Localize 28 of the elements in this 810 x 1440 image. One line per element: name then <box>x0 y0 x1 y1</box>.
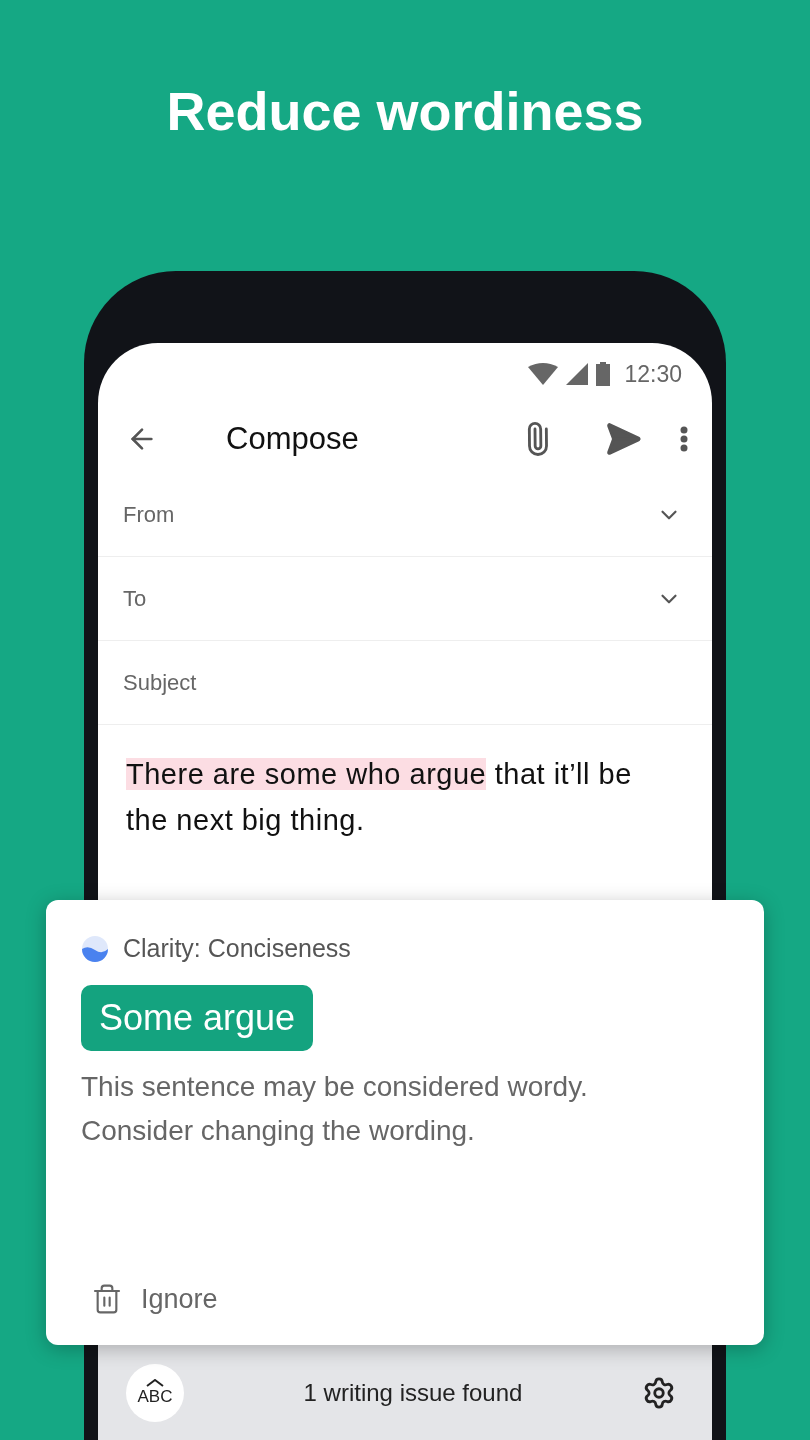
settings-icon <box>642 1375 676 1410</box>
send-icon <box>604 420 642 458</box>
signal-icon <box>566 363 589 385</box>
more-icon <box>680 426 688 452</box>
ignore-button[interactable]: Ignore <box>81 1283 218 1315</box>
field-label: Subject <box>123 669 198 696</box>
suggestion-description: This sentence may be considered wordy. Consider changing the wording. <box>81 1070 589 1148</box>
replacement-chip[interactable]: Some argue <box>81 985 314 1051</box>
caret-icon <box>145 1378 165 1387</box>
settings-button[interactable] <box>642 1375 676 1410</box>
issue-count: 1 writing issue found <box>302 1378 524 1407</box>
battery-icon <box>596 362 611 386</box>
field-label: To <box>123 585 148 612</box>
clarity-icon <box>81 934 109 963</box>
wifi-icon <box>528 363 559 385</box>
screen-title: Compose <box>226 421 360 457</box>
message-body[interactable]: There are some who argue that it’ll be the next big thing. <box>98 725 712 843</box>
form-field[interactable]: Subject <box>98 641 712 725</box>
more-button[interactable] <box>680 426 688 452</box>
trash-icon <box>91 1283 123 1315</box>
form-field[interactable]: From <box>98 473 712 557</box>
headline: Reduce wordiness <box>165 79 645 143</box>
category-label: Clarity: Conciseness <box>123 934 351 963</box>
keyboard-key[interactable]: ABC <box>126 1363 184 1422</box>
send-button[interactable] <box>604 420 642 458</box>
form-field[interactable]: To <box>98 557 712 641</box>
clock-time: 12:30 <box>624 360 682 388</box>
field-label: From <box>123 501 176 528</box>
